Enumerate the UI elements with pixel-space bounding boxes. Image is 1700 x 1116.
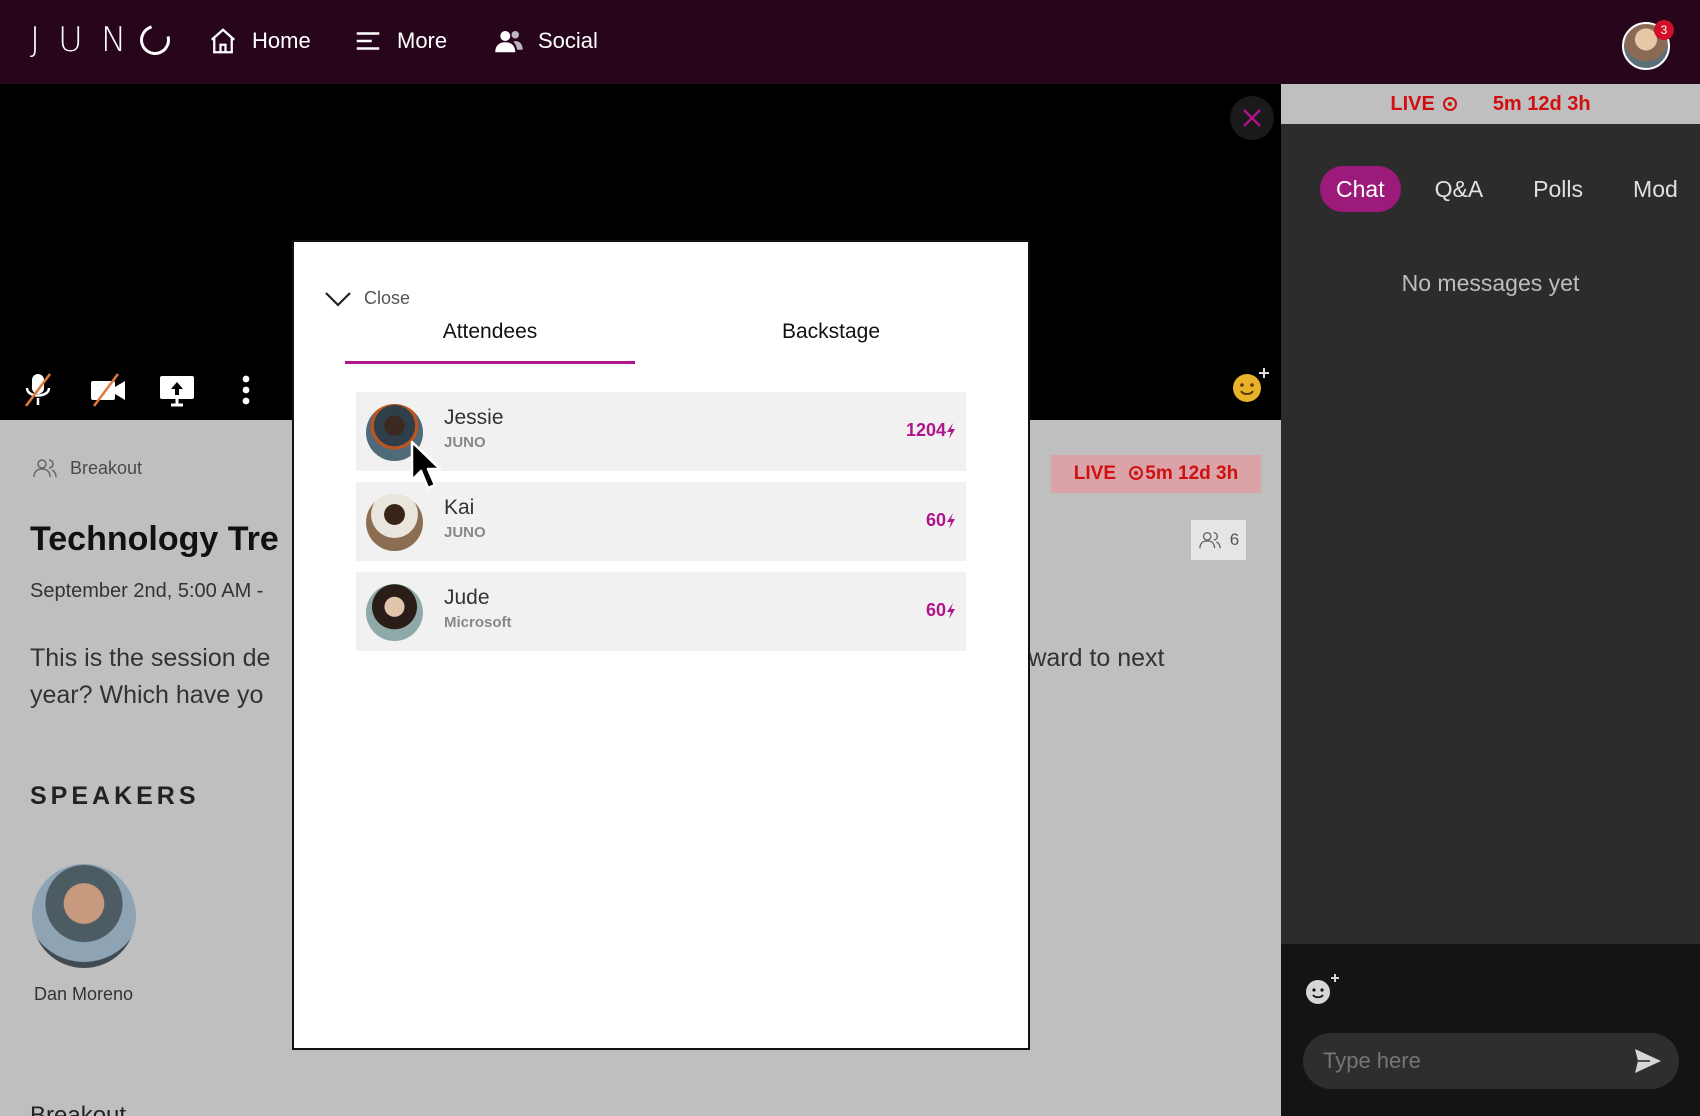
nav-more-label: More — [397, 28, 448, 53]
record-dot-icon — [1129, 466, 1144, 480]
menu-icon — [356, 32, 380, 50]
juno-logo[interactable]: JUN — [30, 19, 176, 61]
screen-share-icon[interactable] — [157, 370, 197, 410]
send-icon[interactable] — [1634, 1048, 1662, 1074]
people-icon — [495, 31, 523, 53]
session-type-label: Breakout — [70, 457, 143, 478]
lightning-icon — [947, 602, 955, 619]
empty-chat-message: No messages yet — [1401, 270, 1580, 296]
nav-home-label: Home — [252, 28, 311, 53]
more-options-icon[interactable] — [226, 370, 266, 410]
session-live-badge: LIVE 5m 12d 3h — [1051, 455, 1261, 493]
panel-live-label: LIVE — [1390, 92, 1435, 115]
session-date: September 2nd, 5:00 AM - — [30, 580, 264, 602]
camera-off-icon[interactable] — [88, 370, 128, 410]
chevron-down-icon — [325, 291, 351, 307]
close-stage-button[interactable] — [1230, 96, 1274, 140]
nav-home[interactable]: Home — [208, 26, 311, 56]
tab-backstage[interactable]: Backstage — [700, 320, 962, 364]
session-title: Technology Tre — [30, 520, 279, 558]
panel-live-bar: LIVE 5m 12d 3h — [1281, 84, 1700, 124]
notification-badge: 3 — [1654, 20, 1674, 40]
live-label: LIVE — [1073, 463, 1116, 484]
tab-qa[interactable]: Q&A — [1419, 166, 1500, 212]
session-type: Breakout — [32, 456, 142, 480]
attendee-points: 60 — [926, 600, 956, 621]
lightning-icon — [947, 512, 955, 529]
description-line1-left: This is the session de — [30, 644, 271, 672]
panel-live-timer: 5m 12d 3h — [1492, 92, 1591, 115]
speaker-avatar[interactable] — [32, 864, 136, 968]
points-value: 1204 — [905, 420, 946, 440]
panel-tabs: Chat Q&A Polls Mod — [1320, 166, 1694, 212]
close-label: Close — [364, 288, 411, 308]
attendee-name: Kai — [444, 496, 475, 519]
attendee-count-button[interactable]: 6 — [1191, 520, 1246, 560]
mouse-cursor-icon — [410, 440, 442, 490]
tab-mod[interactable]: Mod — [1617, 166, 1694, 212]
points-value: 60 — [925, 600, 946, 620]
record-dot-icon — [1442, 96, 1457, 111]
attendee-name: Jude — [444, 586, 490, 609]
attendee-name: Jessie — [444, 406, 504, 429]
attendee-row[interactable]: Kai JUNO 60 — [356, 482, 966, 561]
modal-close-button[interactable]: Close — [324, 288, 410, 309]
lightning-icon — [947, 422, 955, 439]
mic-muted-icon[interactable] — [18, 370, 58, 410]
people-icon — [33, 459, 57, 478]
emoji-reaction-icon[interactable] — [1230, 366, 1270, 406]
tab-attendees[interactable]: Attendees — [345, 320, 635, 364]
nav-social-label: Social — [538, 28, 598, 53]
attendee-row[interactable]: Jude Microsoft 60 — [356, 572, 966, 651]
chat-footer — [1281, 944, 1700, 1116]
active-tab-indicator — [345, 361, 635, 364]
tab-chat[interactable]: Chat — [1320, 166, 1401, 212]
attendee-avatar — [366, 584, 423, 641]
live-timer: 5m 12d 3h — [1145, 463, 1239, 484]
attendee-points: 1204 — [906, 420, 956, 441]
speaker-name: Dan Moreno — [34, 984, 134, 1004]
attendee-org: Microsoft — [444, 614, 512, 631]
people-icon — [1198, 531, 1221, 549]
next-section-heading: Breakout — [30, 1102, 127, 1116]
logo-text: JUN — [30, 20, 145, 60]
emoji-picker-icon[interactable] — [1302, 972, 1342, 1008]
attendee-org: JUNO — [444, 434, 486, 451]
speakers-heading: SPEAKERS — [30, 782, 200, 810]
tab-polls[interactable]: Polls — [1517, 166, 1599, 212]
points-value: 60 — [925, 510, 946, 530]
attendee-row[interactable]: Jessie JUNO 1204 — [356, 392, 966, 471]
nav-more[interactable]: More — [353, 26, 447, 56]
home-icon — [211, 28, 235, 54]
attendee-points: 60 — [926, 510, 956, 531]
attendee-org: JUNO — [444, 524, 486, 541]
description-line1-right: rward to next — [1020, 644, 1165, 672]
nav-social[interactable]: Social — [494, 26, 598, 56]
close-icon — [1243, 109, 1261, 127]
attendee-avatar — [366, 494, 423, 551]
attendee-count: 6 — [1229, 530, 1240, 549]
chat-input[interactable] — [1303, 1033, 1679, 1089]
